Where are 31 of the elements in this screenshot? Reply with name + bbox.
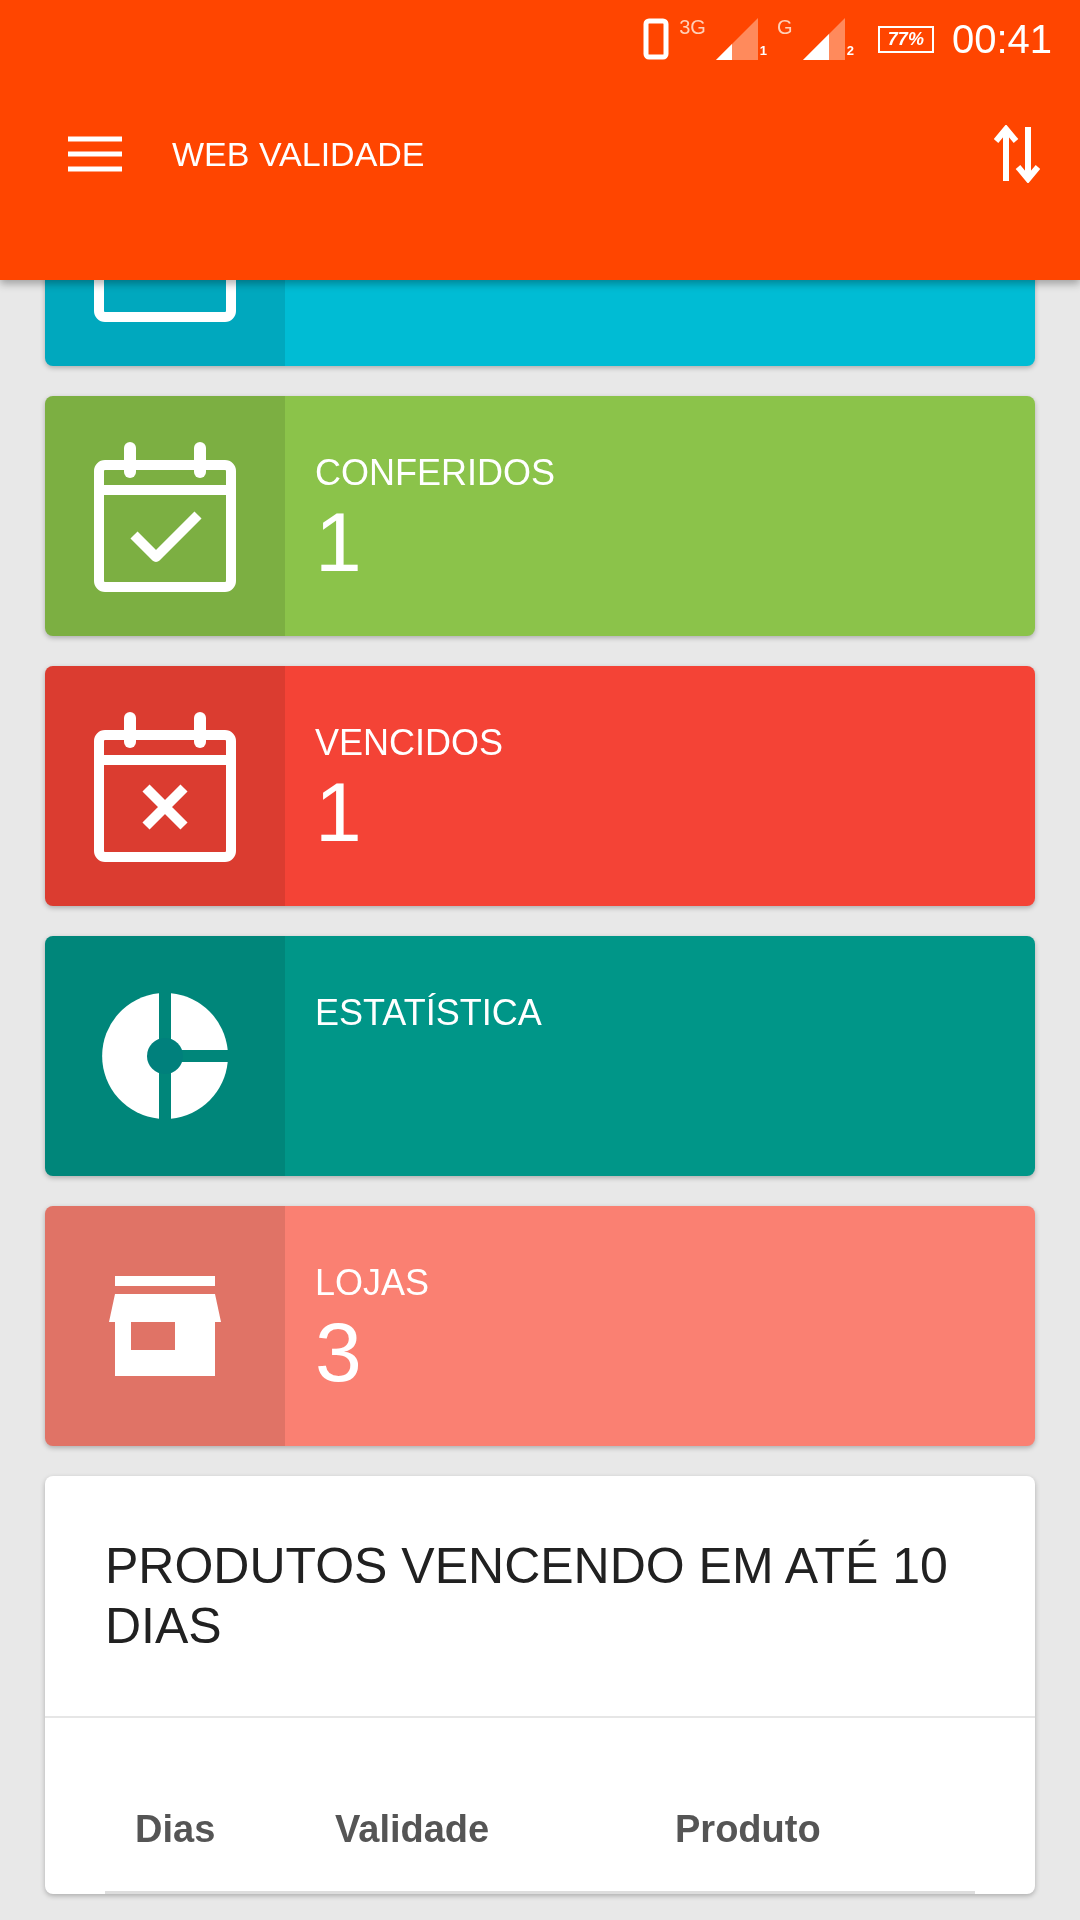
card-title: PRODUTOS VENCENDO EM ATÉ 10 DIAS: [45, 1476, 1035, 1718]
summary-card[interactable]: VENCIDOS 1: [45, 666, 1035, 906]
network-type: G: [777, 16, 793, 39]
pie-chart-icon: [102, 993, 228, 1119]
signal-icon: [715, 18, 758, 60]
sort-arrows-icon[interactable]: [994, 125, 1040, 183]
calendar-cross-icon: [94, 710, 236, 862]
network-type: 3G: [679, 16, 706, 39]
sim-number: 1: [759, 43, 768, 58]
card-label: LOJAS: [315, 1262, 431, 1304]
signal-icon: [802, 18, 845, 60]
card-count: 1: [315, 500, 363, 584]
clock: 00:41: [951, 16, 1052, 62]
battery-indicator: 77%: [877, 25, 934, 53]
app-title: WEB VALIDADE: [172, 134, 426, 174]
summary-card[interactable]: ESTATÍSTICA: [45, 936, 1035, 1176]
phone-icon: [643, 18, 670, 60]
summary-card[interactable]: LOJAS 3: [45, 1206, 1035, 1446]
menu-icon[interactable]: [68, 136, 122, 172]
card-count: 3: [315, 1310, 363, 1394]
calendar-check-icon: [94, 440, 236, 592]
column-header: Validade: [335, 1808, 491, 1851]
card-label: VENCIDOS: [315, 722, 505, 764]
card-label: CONFERIDOS: [315, 452, 556, 494]
column-header: Dias: [135, 1808, 217, 1851]
card-count: 1: [315, 770, 363, 854]
summary-card[interactable]: CONFERIDOS 1: [45, 396, 1035, 636]
card-label: ESTATÍSTICA: [315, 992, 543, 1034]
sim-number: 2: [846, 43, 854, 58]
column-header: Produto: [675, 1808, 822, 1851]
store-icon: [109, 1276, 221, 1376]
